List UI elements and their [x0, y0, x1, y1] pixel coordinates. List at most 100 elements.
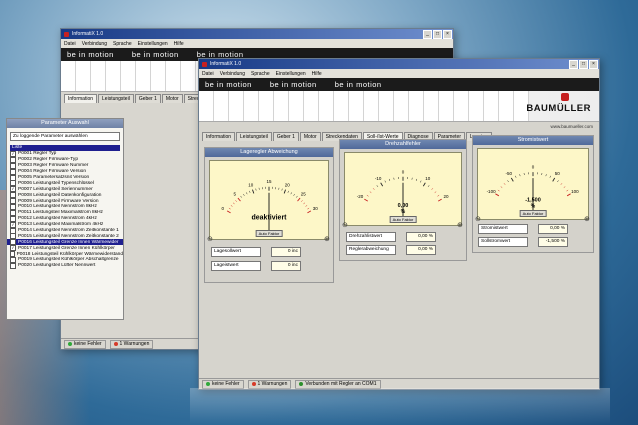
zoom-out-icon[interactable]: ⊖	[342, 222, 349, 229]
zoom-out-icon[interactable]: ⊖	[207, 236, 214, 243]
tab-geber[interactable]: Geber 1	[134, 94, 161, 103]
gauge-tick	[380, 182, 384, 187]
gauge-tick	[384, 180, 386, 183]
panel-title: Lageregler Abweichung	[205, 148, 333, 157]
warning-indicator-icon	[251, 382, 256, 386]
banner-slogan: be in motion	[334, 80, 382, 89]
tab-information[interactable]: Information	[202, 132, 236, 141]
gauge-tick	[515, 175, 517, 178]
gauge-tick-label: 10	[248, 182, 254, 187]
close-icon[interactable]: ×	[589, 59, 598, 69]
menu-einstellungen[interactable]: Einstellungen	[276, 71, 306, 77]
gauge-tick	[290, 192, 292, 195]
gauge-tick	[388, 178, 391, 181]
website-url[interactable]: www.baumueller.com	[550, 124, 593, 129]
gauge-tick-label: 100	[571, 189, 579, 194]
gauge-tick	[307, 210, 312, 214]
zoom-in-icon[interactable]: ⊕	[457, 222, 464, 229]
banner-slogan: be in motion	[131, 50, 179, 59]
baumueller-logo-icon	[561, 93, 569, 101]
tab-motor[interactable]: Motor	[299, 132, 321, 141]
gauge-tick	[281, 188, 283, 191]
minimize-icon[interactable]: _	[423, 29, 432, 39]
maximize-icon[interactable]: □	[433, 29, 442, 39]
menu-sprache[interactable]: Sprache	[251, 71, 270, 77]
parameter-row[interactable]: ✓ P0017 Leistungsteil Grenze Innen Kühlkö…	[7, 245, 123, 252]
auto-factor-button[interactable]: Auto Faktor	[255, 230, 283, 237]
zoom-in-icon[interactable]: ⊕	[584, 216, 591, 223]
gauge-tick	[252, 189, 255, 194]
menu-datei[interactable]: Datei	[64, 41, 76, 47]
parameter-dropdown[interactable]: Zu loggende Parameter auswählen	[10, 132, 120, 141]
gauge-tick	[246, 192, 248, 195]
menu-hilfe[interactable]: Hilfe	[174, 41, 184, 47]
gauge-tick	[301, 200, 303, 202]
gauge-tick	[226, 210, 231, 214]
ok-indicator-icon	[206, 382, 210, 386]
gauge-tick-label: 0	[222, 206, 225, 211]
app-icon	[64, 31, 69, 37]
parameter-list: ✓ P0001 Regler Typ P0002 Regler Firmware-T…	[7, 151, 123, 269]
readout-value: 0,00 %	[538, 224, 568, 234]
status-errors-text: keine Fehler	[74, 341, 102, 347]
gauge-tick	[422, 182, 426, 187]
gauge-tick	[549, 175, 551, 178]
parameter-label: P0009 Leistungsteil Firmware Version	[18, 198, 99, 204]
parameter-checkbox[interactable]	[10, 262, 16, 269]
readout-value: -1,500 %	[538, 237, 568, 247]
menu-einstellungen[interactable]: Einstellungen	[138, 41, 168, 47]
window-title: InformatiX 1.0	[210, 61, 242, 67]
tab-information[interactable]: Information	[64, 94, 98, 103]
gauge-tick	[255, 188, 257, 191]
parameter-row[interactable]: P0015 Leistungsteil Nennstrom Zeitkonsta…	[7, 233, 123, 240]
readout-label: Drehzahlistwert	[346, 232, 396, 242]
gauge-tick-label: -100	[487, 189, 497, 194]
parameter-row[interactable]: P0020 Leistungsteil Lüfter Nennwert	[7, 262, 123, 269]
menu-hilfe[interactable]: Hilfe	[312, 71, 322, 77]
gauge-tick	[240, 195, 242, 198]
zoom-in-icon[interactable]: ⊕	[324, 236, 331, 243]
tab-motor[interactable]: Motor	[161, 94, 183, 103]
readout-value: 0 inc	[271, 261, 301, 271]
parameter-label: P0013 Leistungsteil Maximalstrom 4kHz	[18, 222, 104, 228]
parameter-row[interactable]: P0014 Leistungsteil Nennstrom Zeitkonsta…	[7, 227, 123, 234]
parameter-label: P0006 Leistungsteil Typenschlüssel	[18, 180, 94, 186]
gauge-tick-label: 15	[266, 179, 272, 184]
menu-verbindung[interactable]: Verbindung	[82, 41, 107, 47]
zoom-out-icon[interactable]: ⊖	[475, 216, 482, 223]
readout-value: 0 inc	[271, 247, 301, 257]
menu-verbindung[interactable]: Verbindung	[220, 71, 245, 77]
minimize-icon[interactable]: _	[569, 59, 578, 69]
tab-leistungsteil[interactable]: Leistungsteil	[236, 132, 272, 141]
status-errors-text: keine Fehler	[212, 381, 240, 387]
brand-name: BAUMÜLLER	[526, 103, 591, 114]
gauge-tick	[364, 198, 369, 202]
gauge-tick	[369, 191, 372, 194]
front-window: InformatiX 1.0 _ □ × Datei Verbindung Spra…	[198, 58, 600, 390]
gauge-tick	[557, 180, 559, 183]
gauge-drehzahlfehler: -20 -10 0 10 20 0,00% ⊖ ⊕ Auto Faktor	[342, 152, 464, 229]
parameter-row[interactable]: P0016 Leistungsteil Grenze Innen Wärmewi…	[7, 239, 123, 246]
readout-reglerabweichung: Reglerabweichung 0,00 %	[346, 245, 436, 255]
gauge-tick	[283, 189, 286, 194]
parameter-label: P0010 Leistungsteil Nennstrom 8kHz	[18, 204, 97, 210]
menu-datei[interactable]: Datei	[202, 71, 214, 77]
maximize-icon[interactable]: □	[579, 59, 588, 69]
auto-factor-button[interactable]: Auto Faktor	[389, 216, 417, 223]
parameter-label: P0007 Leistungsteil Seriennummer	[18, 186, 93, 192]
menu-sprache[interactable]: Sprache	[113, 41, 132, 47]
auto-factor-button[interactable]: Auto Faktor	[519, 210, 547, 217]
front-menubar: Datei Verbindung Sprache Einstellungen H…	[199, 69, 599, 78]
readout-value: 0,00 %	[406, 232, 436, 242]
readout-sollstromwert: Sollstromwert -1,500 %	[478, 237, 568, 247]
tab-leistungsteil[interactable]: Leistungsteil	[98, 94, 134, 103]
parameter-label: P0003 Regler Firmware Nummer	[18, 163, 89, 169]
ok-indicator-icon	[68, 342, 72, 346]
close-icon[interactable]: ×	[443, 29, 452, 39]
readout-drehzahlistwert: Drehzahlistwert 0,00 %	[346, 232, 436, 242]
readout-label: Lagesollwert	[211, 247, 261, 257]
tab-geber[interactable]: Geber 1	[272, 132, 299, 141]
parameter-label: P0018 Leistungsteil Kühlkörper Wärmewide…	[16, 251, 123, 257]
gauge-tick-label: 30	[313, 206, 319, 211]
gauge-tick-label: 10	[425, 176, 431, 181]
